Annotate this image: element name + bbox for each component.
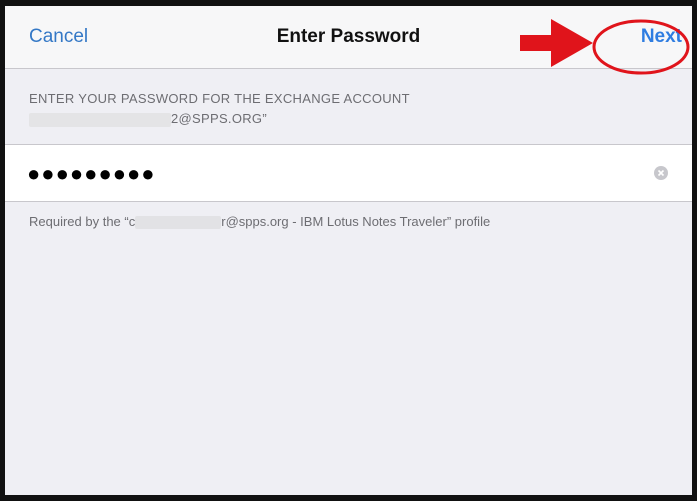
redacted-username <box>135 216 222 230</box>
screenshot-frame: Cancel Enter Password Next ENTER YOUR PA… <box>0 0 697 501</box>
redacted-email <box>29 112 171 127</box>
red-circle-annotation <box>592 19 690 75</box>
password-prompt: ENTER YOUR PASSWORD FOR THE EXCHANGE ACC… <box>29 89 672 129</box>
clear-icon[interactable] <box>654 166 668 180</box>
profile-note-suffix: r@spps.org - IBM Lotus Notes Traveler” p… <box>221 214 491 229</box>
red-arrow-annotation <box>520 19 593 67</box>
email-domain: 2@SPPS.ORG” <box>171 111 267 126</box>
password-field[interactable]: ●●●●●●●●● <box>5 144 692 202</box>
password-input[interactable]: ●●●●●●●●● <box>27 161 156 187</box>
profile-note-prefix: Required by the “c <box>29 214 136 229</box>
prompt-line-1: ENTER YOUR PASSWORD FOR THE EXCHANGE ACC… <box>29 91 410 106</box>
profile-note: Required by the “c r@spps.org - IBM Lotus… <box>29 214 682 230</box>
prompt-line-2: 2@SPPS.ORG” <box>29 109 672 129</box>
annotation-overlay <box>520 19 690 75</box>
